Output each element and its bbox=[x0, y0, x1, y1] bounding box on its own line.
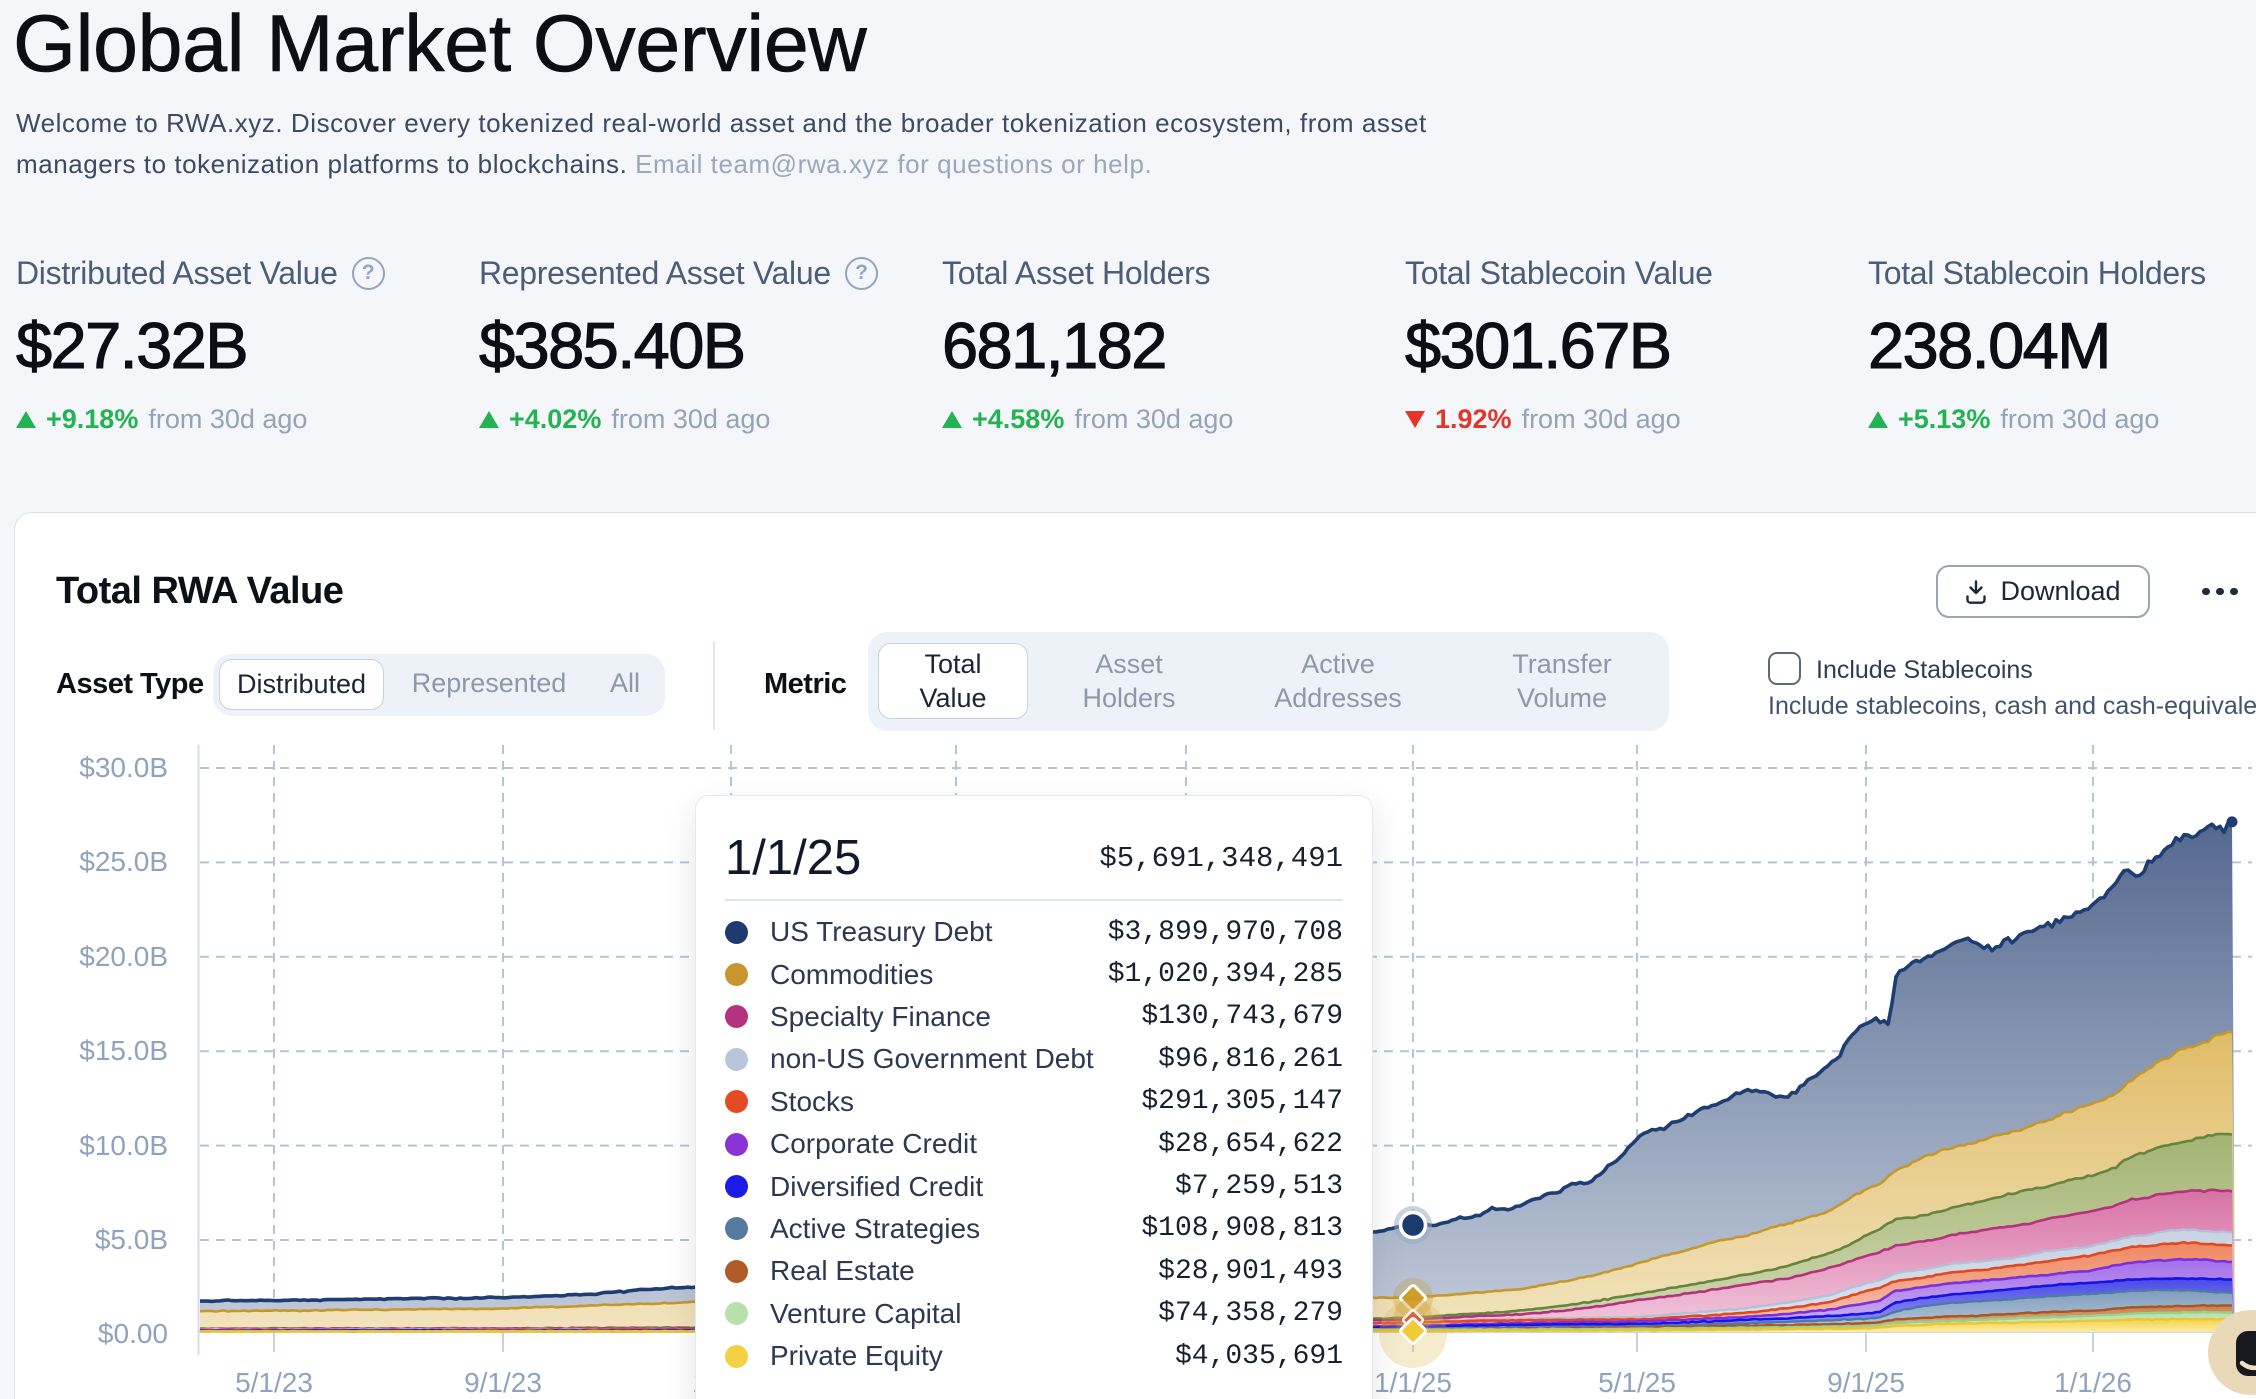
svg-text:$15.0B: $15.0B bbox=[79, 1035, 168, 1066]
svg-text:1/1/26: 1/1/26 bbox=[2054, 1367, 2132, 1398]
svg-text:$30.0B: $30.0B bbox=[79, 752, 168, 783]
svg-text:$10.0B: $10.0B bbox=[79, 1130, 168, 1161]
svg-text:1/1/25: 1/1/25 bbox=[1374, 1367, 1452, 1398]
svg-text:$0.00: $0.00 bbox=[98, 1318, 168, 1349]
svg-text:9/1/25: 9/1/25 bbox=[1827, 1367, 1905, 1398]
svg-text:5/1/25: 5/1/25 bbox=[1598, 1367, 1676, 1398]
svg-text:$20.0B: $20.0B bbox=[79, 941, 168, 972]
svg-text:$5.0B: $5.0B bbox=[95, 1224, 168, 1255]
svg-text:5/1/23: 5/1/23 bbox=[235, 1367, 313, 1398]
svg-text:$25.0B: $25.0B bbox=[79, 846, 168, 877]
svg-text:9/1/23: 9/1/23 bbox=[464, 1367, 542, 1398]
